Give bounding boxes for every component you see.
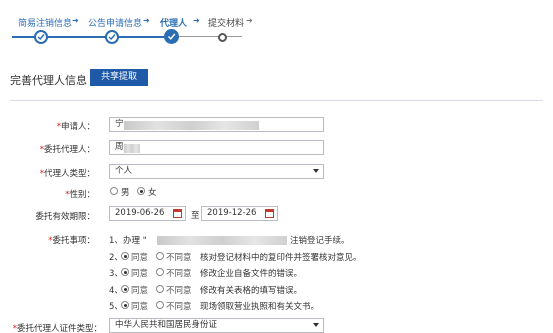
- redacted-text: [157, 236, 287, 245]
- matter-3-agree-label: 同意: [131, 269, 149, 279]
- matter-2-text: 核对登记材料中的复印件并签署核对意见。: [200, 253, 362, 263]
- matter-1-suffix: 注销登记手续。: [290, 236, 350, 246]
- date-separator: 至: [191, 211, 200, 221]
- chevron-down-icon: [313, 169, 319, 173]
- matter-4-text: 修改有关表格的填写错误。: [200, 286, 303, 296]
- matter-3-disagree-label: 不同意: [166, 269, 192, 279]
- arrow-right-icon: ➜: [246, 16, 253, 25]
- arrow-right-icon: ➜: [193, 16, 200, 25]
- validity-start-date-input[interactable]: 2019-06-26: [109, 206, 186, 221]
- matter-2-disagree-radio[interactable]: [156, 252, 164, 260]
- divider: [10, 100, 543, 101]
- matter-5-agree-label: 同意: [131, 302, 149, 312]
- chevron-down-icon: [313, 323, 319, 327]
- matter-1-prefix: 办理 ": [123, 236, 147, 246]
- agent-type-select[interactable]: 个人: [109, 164, 324, 179]
- matter-2-agree-radio[interactable]: [121, 252, 129, 260]
- matter-4-disagree-label: 不同意: [166, 286, 192, 296]
- agent-input[interactable]: 周: [109, 140, 324, 155]
- gender-female-radio[interactable]: [137, 187, 145, 195]
- arrow-right-icon: ➜: [143, 16, 150, 25]
- matter-1-number: 1、: [109, 236, 123, 246]
- calendar-icon[interactable]: [173, 209, 182, 218]
- step-pending-line: [172, 36, 242, 37]
- matter-2-agree-label: 同意: [131, 253, 149, 263]
- matter-5-disagree-label: 不同意: [166, 302, 192, 312]
- redacted-text: [124, 144, 140, 153]
- progress-steps: 简易注销信息 ➜ 公告申请信息 ➜ 代理人 ➜ 提交材料 ➜: [0, 0, 553, 48]
- applicant-input[interactable]: 宁: [109, 117, 324, 132]
- matter-4-agree-label: 同意: [131, 286, 149, 296]
- gender-label: *性别：: [65, 190, 95, 200]
- matter-5-disagree-radio[interactable]: [156, 301, 164, 309]
- agent-label: *委托代理人：: [39, 145, 95, 155]
- matter-3-text: 修改企业自备文件的错误。: [200, 269, 303, 279]
- step-1-check-icon: [34, 30, 48, 44]
- validity-end-date-input[interactable]: 2019-12-26: [201, 206, 278, 221]
- applicant-label: *申请人：: [56, 122, 95, 132]
- gender-male-label: 男: [121, 188, 130, 198]
- arrow-right-icon: ➜: [72, 16, 79, 25]
- validity-label: 委托有效期限：: [35, 212, 95, 222]
- id-type-select[interactable]: 中华人民共和国居民身份证: [109, 318, 324, 333]
- matter-4-disagree-radio[interactable]: [156, 285, 164, 293]
- matter-4-agree-radio[interactable]: [121, 285, 129, 293]
- step-label-1[interactable]: 简易注销信息: [18, 16, 72, 29]
- share-extract-button[interactable]: 共享提取: [90, 69, 148, 86]
- step-2-check-icon: [105, 30, 119, 44]
- step-label-4: 提交材料: [208, 19, 245, 29]
- step-3-current-check-icon: [164, 29, 179, 44]
- matter-3-agree-radio[interactable]: [121, 268, 129, 276]
- gender-female-label: 女: [148, 188, 157, 198]
- step-label-2[interactable]: 公告申请信息: [88, 16, 142, 29]
- matters-label: *委托事项：: [48, 236, 95, 246]
- agent-type-label: *代理人类型：: [39, 169, 95, 179]
- step-label-3: 代理人: [160, 19, 188, 29]
- gender-male-radio[interactable]: [110, 187, 118, 195]
- calendar-icon[interactable]: [265, 209, 274, 218]
- matter-3-disagree-radio[interactable]: [156, 268, 164, 276]
- step-4-pending-dot-icon: [218, 33, 227, 42]
- redacted-text: [124, 121, 259, 130]
- section-title: 完善代理人信息: [10, 74, 87, 87]
- matter-5-agree-radio[interactable]: [121, 301, 129, 309]
- matter-5-text: 现场领取营业执照和有关文书。: [200, 302, 320, 312]
- matter-2-disagree-label: 不同意: [166, 253, 192, 263]
- id-type-label: *委托代理人证件类型：: [12, 324, 102, 333]
